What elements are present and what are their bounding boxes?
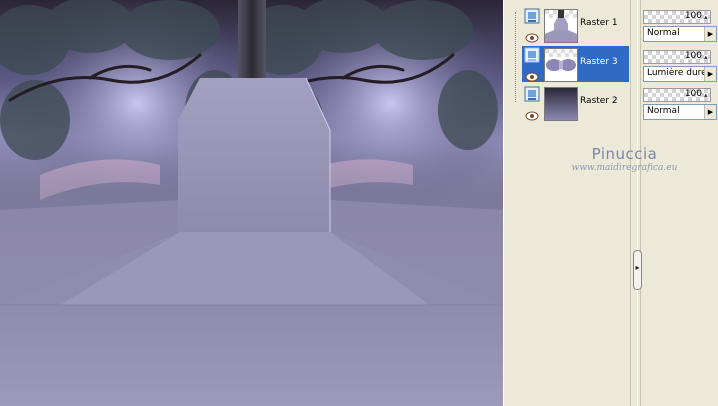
triangle-up-icon: ▴ [704, 13, 708, 21]
triangle-right-icon[interactable]: ▶ [704, 27, 716, 41]
panel-collapse-handle[interactable]: ▸ [633, 250, 642, 290]
opacity-value: 100 [684, 11, 702, 21]
triangle-right-icon[interactable]: ▶ [704, 67, 716, 81]
layer-name: Raster 3 [580, 57, 618, 67]
column-divider [637, 0, 638, 406]
layer-thumbnail [544, 48, 578, 82]
opacity-value: 100 [684, 89, 702, 99]
watermark-url: www.maidiregrafica.eu [571, 163, 678, 173]
watermark-name: Pinuccia [591, 145, 658, 163]
opacity-value: 100 [684, 51, 702, 61]
layer-row-raster-3[interactable]: Raster 3 [522, 46, 629, 82]
triangle-up-icon: ▴ [704, 53, 708, 61]
eye-icon[interactable] [525, 106, 539, 121]
layer-properties-raster-1: 100 ▴ Normal ▶ [643, 9, 717, 43]
triangle-up-icon: ▴ [704, 91, 708, 99]
layer-properties-raster-3: 100 ▴ Lumière dure ▶ [643, 49, 717, 83]
chevron-dots-icon: ▸ [635, 263, 640, 272]
triangle-right-icon[interactable]: ▶ [704, 105, 716, 119]
image-canvas[interactable] [0, 0, 504, 406]
blend-mode-value: Normal [647, 28, 680, 38]
eye-icon[interactable] [525, 67, 539, 82]
raster-layer-icon [524, 86, 540, 102]
opacity-field[interactable]: 100 ▴ [643, 88, 711, 102]
layer-thumbnail [544, 87, 578, 121]
scene-artwork [0, 0, 503, 406]
layers-palette: Raster 1 Raster 3 Raster 2 100 ▴ Normal … [511, 0, 718, 406]
blend-mode-select[interactable]: Normal ▶ [643, 104, 717, 120]
layer-row-raster-2[interactable]: Raster 2 [522, 85, 629, 121]
layer-name: Raster 1 [580, 18, 618, 28]
blend-mode-select[interactable]: Normal ▶ [643, 26, 717, 42]
opacity-field[interactable]: 100 ▴ [643, 50, 711, 64]
layer-properties-raster-2: 100 ▴ Normal ▶ [643, 87, 717, 121]
raster-layer-icon [524, 8, 540, 24]
layer-name: Raster 2 [580, 96, 618, 106]
layer-thumbnail [544, 9, 578, 43]
layer-row-raster-1[interactable]: Raster 1 [522, 7, 629, 43]
column-divider [640, 0, 641, 406]
opacity-field[interactable]: 100 ▴ [643, 10, 711, 24]
blend-mode-value: Lumière dure [647, 68, 707, 78]
blend-mode-value: Normal [647, 106, 680, 116]
raster-layer-icon [524, 47, 540, 63]
column-divider [630, 0, 631, 406]
blend-mode-select[interactable]: Lumière dure ▶ [643, 66, 717, 82]
eye-icon[interactable] [525, 28, 539, 43]
watermark: Pinuccia www.maidiregrafica.eu [557, 145, 692, 173]
layer-tree-line [515, 12, 517, 102]
